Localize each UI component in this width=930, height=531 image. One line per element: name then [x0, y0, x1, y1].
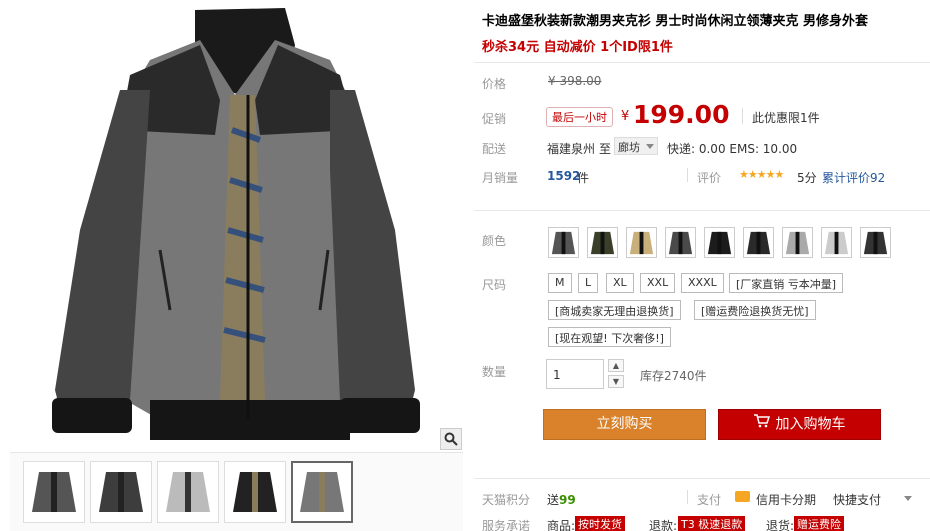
size-option-xxl[interactable]: XXL — [640, 273, 676, 293]
monthly-sales-count: 1592 — [547, 169, 581, 183]
currency-symbol: ¥ — [621, 109, 630, 124]
service-label: 服务承诺 — [482, 519, 531, 531]
divider — [474, 210, 930, 211]
quantity-decrease-button[interactable]: ▼ — [608, 375, 624, 388]
color-swatch-black[interactable] — [704, 227, 735, 258]
original-price: ¥ 398.00 — [548, 74, 602, 88]
size-option-m[interactable]: M — [548, 273, 572, 293]
thumbnail-3[interactable] — [157, 461, 219, 523]
color-swatch-charcoal[interactable] — [860, 227, 891, 258]
quick-pay-select[interactable]: 快捷支付 — [833, 491, 881, 508]
shipping-fee: 快递: 0.00 EMS: 10.00 — [667, 142, 798, 156]
quantity-increase-button[interactable]: ▲ — [608, 359, 624, 372]
zoom-icon[interactable] — [440, 428, 462, 450]
main-product-image[interactable] — [10, 0, 463, 452]
size-option-shipping-insurance[interactable]: [赠运费险退换货无忧] — [694, 300, 816, 320]
promo-tag: 最后一小时 — [546, 107, 613, 127]
chevron-down-icon — [646, 144, 654, 149]
size-option-xl[interactable]: XL — [606, 273, 634, 293]
credit-installment: 信用卡分期 — [756, 493, 817, 507]
add-to-cart-label: 加入购物车 — [775, 416, 846, 433]
ship-from: 福建泉州 — [547, 142, 596, 156]
product-title: 卡迪盛堡秋装新款潮男夹克衫 男士时尚休闲立领薄夹克 男修身外套 — [482, 14, 869, 29]
points-label: 天猫积分 — [482, 493, 531, 507]
jacket-image — [52, 8, 420, 440]
divider — [474, 478, 930, 479]
price-label: 价格 — [482, 77, 507, 91]
shipping-insurance-badge: 赠运费险 — [794, 516, 844, 531]
chevron-down-icon[interactable] — [904, 496, 912, 501]
cart-icon — [753, 410, 770, 439]
thumbnail-4[interactable] — [224, 461, 286, 523]
review-label: 评价 — [697, 171, 722, 185]
color-swatch-black-white[interactable] — [743, 227, 774, 258]
limit-text: 此优惠限1件 — [752, 111, 820, 125]
pay-label: 支付 — [697, 493, 722, 507]
thumbnail-1[interactable] — [23, 461, 85, 523]
destination-select[interactable]: 廊坊 — [614, 137, 658, 155]
rating-stars-icon: ★★★★★ — [739, 168, 784, 181]
quantity-label: 数量 — [482, 365, 507, 379]
fast-refund-badge: T3 极速退款 — [678, 516, 746, 531]
on-time-shipping-badge: 按时发货 — [575, 516, 625, 531]
add-to-cart-button[interactable]: 加入购物车 — [718, 409, 881, 440]
ship-to-word: 至 — [599, 142, 612, 156]
thumbnail-strip — [10, 452, 463, 531]
service-refund-label: 退款: — [649, 519, 678, 531]
points-value: 送99 — [547, 493, 576, 507]
color-swatch-black-grey[interactable] — [548, 227, 579, 258]
stock-count: 库存2740件 — [640, 369, 707, 383]
service-return-label: 退货: — [766, 519, 795, 531]
color-swatch-light-grey[interactable] — [782, 227, 813, 258]
divider — [687, 490, 688, 504]
promo-label: 促销 — [482, 112, 507, 126]
rating-score: 5分 — [797, 171, 817, 185]
thumbnail-2[interactable] — [90, 461, 152, 523]
size-option-factory[interactable]: [厂家直销 亏本冲量] — [729, 273, 844, 293]
divider — [742, 108, 743, 124]
divider — [474, 62, 930, 63]
shipping-label: 配送 — [482, 142, 507, 156]
color-swatch-khaki[interactable] — [626, 227, 657, 258]
size-option-xxxl[interactable]: XXXL — [681, 273, 724, 293]
current-price: 199.00 — [633, 100, 730, 129]
color-swatch-dark-grey[interactable] — [665, 227, 696, 258]
divider — [687, 168, 688, 182]
color-label: 颜色 — [482, 234, 507, 248]
size-label: 尺码 — [482, 278, 507, 292]
credit-card-icon — [735, 491, 750, 502]
size-option-watch[interactable]: [现在观望! 下次奢侈!] — [548, 327, 671, 347]
thumbnail-5[interactable] — [291, 461, 353, 523]
sales-unit: 件 — [577, 171, 590, 185]
service-goods-label: 商品: — [547, 519, 576, 531]
size-option-l[interactable]: L — [578, 273, 599, 293]
buy-now-button[interactable]: 立刻购买 — [543, 409, 706, 440]
cumulative-reviews-link[interactable]: 累计评价92 — [822, 169, 885, 186]
destination-value: 廊坊 — [618, 141, 640, 154]
size-option-no-reason-return[interactable]: [商城卖家无理由退换货] — [548, 300, 681, 320]
promo-headline: 秒杀34元 自动减价 1个ID限1件 — [482, 40, 673, 55]
quantity-input[interactable]: 1 — [546, 359, 604, 389]
color-swatch-black-olive[interactable] — [587, 227, 618, 258]
color-swatch-grey-white[interactable] — [821, 227, 852, 258]
monthly-sales-label: 月销量 — [482, 171, 519, 185]
